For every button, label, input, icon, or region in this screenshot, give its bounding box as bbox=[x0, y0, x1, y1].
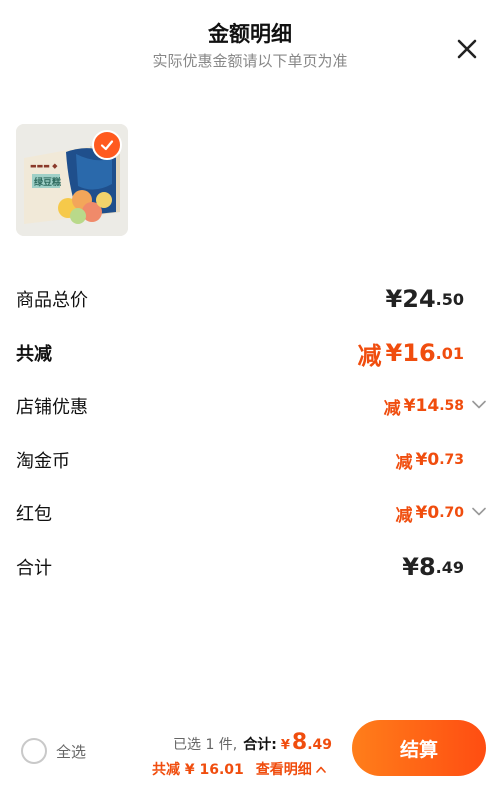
total-reduction-decimal: .01 bbox=[435, 343, 464, 363]
row-total-price: 商品总价 ¥ 24 .50 bbox=[16, 282, 486, 316]
subtotal-currency: ¥ bbox=[402, 553, 419, 581]
check-icon bbox=[100, 140, 114, 151]
red-packet-decimal: .70 bbox=[439, 505, 464, 521]
shop-discount-label: 店铺优惠 bbox=[16, 397, 88, 418]
row-shop-discount[interactable]: 店铺优惠 减 ¥ 14 .58 bbox=[16, 389, 486, 423]
sum-currency: ¥ bbox=[280, 738, 290, 753]
sum-label: 合计: bbox=[243, 737, 277, 753]
close-icon[interactable] bbox=[452, 34, 482, 64]
page-title: 金额明细 bbox=[208, 22, 292, 46]
total-price-integer: 24 bbox=[402, 285, 436, 313]
chevron-down-icon[interactable] bbox=[472, 507, 486, 516]
shop-discount-integer: 14 bbox=[415, 396, 440, 416]
red-packet-label: 红包 bbox=[16, 504, 52, 525]
chevron-up-icon bbox=[315, 766, 326, 773]
shop-discount-currency: ¥ bbox=[403, 396, 416, 416]
taojinbi-label: 淘金币 bbox=[16, 451, 70, 472]
subtotal-amount: ¥ 8 .49 bbox=[402, 550, 486, 584]
select-all-label[interactable]: 全选 bbox=[56, 741, 86, 762]
taojinbi-amount: 减 ¥ 0 .73 bbox=[396, 443, 487, 477]
chevron-down-icon[interactable] bbox=[472, 400, 486, 409]
total-price-currency: ¥ bbox=[385, 285, 403, 313]
sum-decimal: .49 bbox=[307, 737, 333, 753]
sum-price: ¥8.49 bbox=[281, 730, 332, 755]
shop-discount-prefix: 减 bbox=[383, 398, 401, 419]
subtotal-integer: 8 bbox=[418, 553, 436, 581]
savings-text: 共减 ¥ 16.01 bbox=[152, 762, 244, 778]
savings-detail-toggle[interactable]: 共减 ¥ 16.01 查看明细 bbox=[152, 759, 326, 779]
svg-text:▬▬▬ ◆: ▬▬▬ ◆ bbox=[30, 162, 58, 170]
svg-text:绿豆糕: 绿豆糕 bbox=[34, 176, 61, 188]
selected-count: 已选 1 件, bbox=[173, 737, 238, 753]
sum-integer: 8 bbox=[291, 730, 308, 755]
total-price-decimal: .50 bbox=[435, 289, 464, 309]
checkout-button[interactable]: 结算 bbox=[352, 720, 486, 776]
shop-discount-decimal: .58 bbox=[439, 398, 464, 414]
view-detail-link[interactable]: 查看明细 bbox=[256, 759, 312, 779]
red-packet-integer: 0 bbox=[427, 503, 440, 523]
selected-summary: 已选 1 件, 合计: ¥8.49 bbox=[173, 730, 332, 755]
selected-check-badge[interactable] bbox=[92, 130, 122, 160]
row-subtotal: 合计 ¥ 8 .49 bbox=[16, 550, 486, 584]
taojinbi-integer: 0 bbox=[427, 450, 440, 470]
total-reduction-currency: ¥ bbox=[385, 339, 403, 367]
shop-discount-amount: 减 ¥ 14 .58 bbox=[384, 389, 486, 423]
select-all-radio[interactable] bbox=[21, 738, 47, 764]
total-price-label: 商品总价 bbox=[16, 290, 88, 311]
total-reduction-label: 共减 bbox=[16, 344, 52, 365]
taojinbi-prefix: 减 bbox=[395, 452, 413, 473]
total-price-amount: ¥ 24 .50 bbox=[386, 282, 486, 316]
subtotal-decimal: .49 bbox=[435, 557, 464, 577]
row-red-packet[interactable]: 红包 减 ¥ 0 .70 bbox=[16, 496, 486, 530]
subtotal-label: 合计 bbox=[16, 558, 52, 579]
detail-header: 金额明细 实际优惠金额请以下单页为准 bbox=[0, 0, 500, 80]
page-subtitle: 实际优惠金额请以下单页为准 bbox=[152, 52, 348, 70]
row-total-reduction: 共减 减 ¥ 16 .01 bbox=[16, 336, 486, 370]
total-reduction-prefix: 减 bbox=[357, 341, 382, 370]
total-reduction-integer: 16 bbox=[402, 339, 436, 367]
red-packet-prefix: 减 bbox=[395, 505, 413, 526]
row-taojinbi: 淘金币 减 ¥ 0 .73 bbox=[16, 443, 486, 477]
red-packet-currency: ¥ bbox=[415, 503, 428, 523]
taojinbi-decimal: .73 bbox=[439, 452, 464, 468]
taojinbi-currency: ¥ bbox=[415, 450, 428, 470]
total-reduction-amount: 减 ¥ 16 .01 bbox=[358, 336, 486, 370]
